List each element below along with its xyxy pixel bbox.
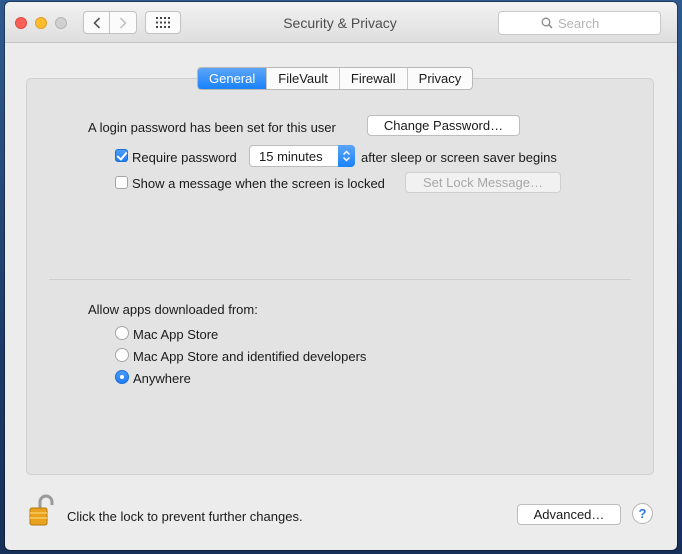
show-message-checkbox[interactable] bbox=[115, 176, 128, 189]
require-password-delay-select[interactable]: 15 minutes bbox=[249, 145, 355, 167]
section-divider bbox=[49, 279, 631, 280]
minimize-window-button[interactable] bbox=[35, 17, 47, 29]
preferences-window: Security & Privacy General FileVault Fir… bbox=[5, 2, 677, 550]
tab-privacy[interactable]: Privacy bbox=[408, 68, 473, 89]
radio-identified-developers-label: Mac App Store and identified developers bbox=[133, 349, 367, 364]
require-password-checkbox[interactable] bbox=[115, 149, 128, 162]
lock-button[interactable] bbox=[28, 494, 54, 530]
tab-bar: General FileVault Firewall Privacy bbox=[197, 67, 474, 90]
allow-apps-heading: Allow apps downloaded from: bbox=[88, 302, 258, 317]
back-button[interactable] bbox=[83, 11, 110, 34]
help-button[interactable]: ? bbox=[632, 503, 653, 524]
tab-firewall[interactable]: Firewall bbox=[340, 68, 408, 89]
lock-status-text: Click the lock to prevent further change… bbox=[67, 509, 303, 524]
chevron-right-icon bbox=[119, 16, 127, 29]
tab-general[interactable]: General bbox=[198, 68, 268, 89]
chevron-left-icon bbox=[92, 16, 100, 29]
unlocked-padlock-icon bbox=[29, 494, 54, 526]
radio-anywhere-label: Anywhere bbox=[133, 371, 191, 386]
radio-identified-developers[interactable] bbox=[115, 348, 129, 362]
change-password-button[interactable]: Change Password… bbox=[367, 115, 520, 136]
tab-filevault[interactable]: FileVault bbox=[267, 68, 340, 89]
advanced-button[interactable]: Advanced… bbox=[517, 504, 621, 525]
close-window-button[interactable] bbox=[15, 17, 27, 29]
radio-mac-app-store-label: Mac App Store bbox=[133, 327, 219, 342]
forward-button[interactable] bbox=[110, 11, 137, 34]
general-tab-panel bbox=[26, 78, 654, 475]
grid-icon bbox=[156, 17, 170, 28]
require-password-label: Require password bbox=[132, 150, 237, 165]
search-input[interactable] bbox=[558, 15, 618, 31]
require-password-suffix: after sleep or screen saver begins bbox=[361, 150, 557, 165]
title-bar: Security & Privacy bbox=[5, 2, 677, 43]
login-password-text: A login password has been set for this u… bbox=[88, 120, 336, 135]
zoom-window-button[interactable] bbox=[55, 17, 67, 29]
select-arrows-icon bbox=[338, 145, 355, 167]
window-title: Security & Privacy bbox=[283, 15, 397, 31]
radio-mac-app-store[interactable] bbox=[115, 326, 129, 340]
set-lock-message-button[interactable]: Set Lock Message… bbox=[405, 172, 561, 193]
search-icon bbox=[541, 17, 553, 29]
radio-anywhere[interactable] bbox=[115, 370, 129, 384]
search-field[interactable] bbox=[498, 11, 661, 35]
show-message-label: Show a message when the screen is locked bbox=[132, 176, 385, 191]
show-all-button[interactable] bbox=[145, 11, 181, 34]
require-password-delay-value: 15 minutes bbox=[259, 149, 323, 164]
